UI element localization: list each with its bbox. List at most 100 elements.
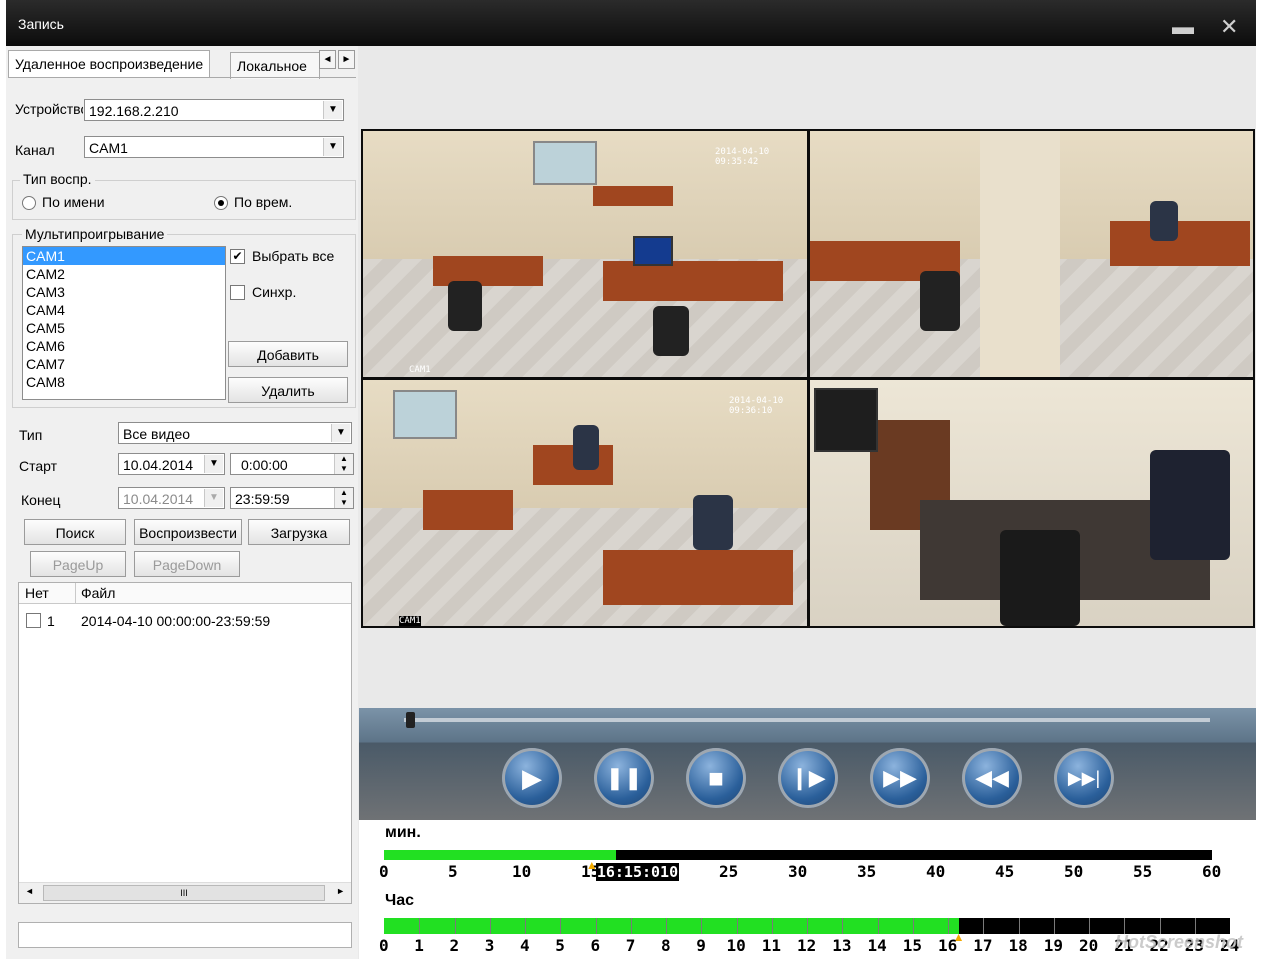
hour-divider — [489, 918, 491, 934]
scroll-thumb[interactable]: III — [43, 885, 325, 901]
start-date-picker[interactable]: 10.04.2014 ▼ — [118, 453, 225, 475]
hour-divider — [701, 918, 703, 934]
spin-icon[interactable]: ▲ ▼ — [334, 488, 353, 508]
tab-remote-playback[interactable]: Удаленное воспроизведение — [8, 50, 211, 77]
pause-icon[interactable]: ❚❚ — [594, 748, 654, 808]
progress-handle[interactable] — [405, 712, 415, 728]
spin-icon[interactable]: ▲ ▼ — [334, 454, 353, 474]
current-time-marker: 16:15:010 — [595, 863, 680, 881]
hour-divider — [419, 918, 421, 934]
hours-track[interactable] — [384, 918, 1230, 934]
title-bar: Запись ▬ ✕ — [6, 0, 1256, 46]
step-forward-icon[interactable]: ❙▶ — [778, 748, 838, 808]
previous-icon[interactable]: ◀◀ — [962, 748, 1022, 808]
end-date-picker[interactable]: 10.04.2014 ▼ — [118, 487, 225, 509]
person — [573, 425, 599, 470]
list-item[interactable]: CAM2 — [23, 265, 225, 283]
start-date-value: 10.04.2014 — [123, 457, 194, 473]
camera-view-2[interactable] — [810, 131, 1253, 377]
page-down-button[interactable]: PageDown — [134, 551, 240, 577]
channel-select[interactable]: CAM1 ▼ — [84, 136, 344, 158]
end-time-input[interactable]: 23:59:59 ▲ ▼ — [230, 487, 354, 509]
camera-view-1[interactable]: 2014-04-10 09:35:42 CAM1 — [363, 131, 807, 377]
list-item[interactable]: CAM5 — [23, 319, 225, 337]
hour-tick-label: 12 — [797, 936, 817, 955]
minimize-button[interactable]: ▬ — [1172, 14, 1194, 40]
select-all-label: Выбрать все — [252, 248, 335, 264]
progress-track[interactable] — [404, 718, 1210, 722]
camera-view-3[interactable]: 2014-04-10 09:36:10 CAM1 — [363, 380, 807, 626]
device-label: Устройство — [15, 101, 83, 117]
tab-scroll-right-button[interactable]: ► — [338, 50, 355, 69]
left-panel: Удаленное воспроизведение Локальное ◄ ► … — [6, 46, 359, 959]
play-icon[interactable]: ▶ — [502, 748, 562, 808]
hour-tick-label: 20 — [1079, 936, 1099, 955]
device-select[interactable]: 192.168.2.210 ▼ — [84, 99, 344, 121]
hours-label: Час — [385, 892, 415, 909]
delete-button[interactable]: Удалить — [228, 377, 348, 403]
camera-view-4[interactable] — [810, 380, 1253, 626]
type-value: Все видео — [123, 426, 191, 442]
hour-divider — [525, 918, 526, 934]
type-select[interactable]: Все видео ▼ — [118, 422, 352, 444]
close-button[interactable]: ✕ — [1220, 14, 1238, 40]
type-label: Тип — [19, 427, 43, 443]
whiteboard — [393, 390, 457, 439]
chevron-down-icon[interactable]: ▼ — [331, 424, 350, 442]
camera-label: CAM1 — [409, 365, 431, 375]
hour-tick-label: 10 — [726, 936, 746, 955]
chair — [920, 271, 960, 331]
end-date-value: 10.04.2014 — [123, 491, 194, 507]
by-name-label: По имени — [42, 194, 105, 210]
list-item[interactable]: CAM7 — [23, 355, 225, 373]
column-header[interactable]: Нет — [25, 585, 49, 601]
scroll-left-icon[interactable]: ◄ — [25, 886, 34, 896]
play-button[interactable]: Воспроизвести — [134, 519, 242, 545]
table-row[interactable]: 1 2014-04-10 00:00:00-23:59:59 — [19, 611, 351, 631]
hour-tick-label: 2 — [449, 936, 460, 955]
hour-divider — [560, 918, 562, 934]
hour-divider — [842, 918, 844, 934]
fast-forward-icon[interactable]: ▶▶ — [870, 748, 930, 808]
list-item[interactable]: CAM8 — [23, 373, 225, 391]
horizontal-scrollbar[interactable]: ◄ III ► — [19, 882, 351, 903]
chevron-down-icon[interactable]: ▼ — [323, 101, 342, 119]
select-all-checkbox[interactable]: ✔ — [230, 249, 245, 264]
tab-divider — [8, 77, 356, 78]
stop-icon[interactable]: ■ — [686, 748, 746, 808]
download-button[interactable]: Загрузка — [248, 519, 350, 545]
hour-divider — [1018, 918, 1020, 934]
column-header[interactable]: Файл — [81, 585, 115, 601]
minutes-track[interactable] — [384, 850, 1212, 860]
sync-checkbox[interactable] — [230, 285, 245, 300]
minute-tick-label: 25 — [719, 862, 739, 881]
person — [1150, 450, 1230, 560]
next-icon[interactable]: ▶▶| — [1054, 748, 1114, 808]
by-name-radio[interactable] — [22, 196, 36, 210]
row-checkbox[interactable] — [26, 613, 41, 628]
list-item[interactable]: CAM6 — [23, 337, 225, 355]
list-item[interactable]: CAM4 — [23, 301, 225, 319]
chevron-down-icon[interactable]: ▼ — [204, 489, 223, 507]
tab-scroll-left-button[interactable]: ◄ — [319, 50, 336, 69]
list-item[interactable]: CAM3 — [23, 283, 225, 301]
tab-local[interactable]: Локальное — [230, 52, 320, 79]
minute-tick-label: 60 — [1202, 862, 1222, 881]
list-item[interactable]: CAM1 — [23, 247, 225, 265]
chevron-down-icon[interactable]: ▼ — [204, 455, 223, 473]
minute-tick-label: 35 — [857, 862, 877, 881]
search-button[interactable]: Поиск — [24, 519, 126, 545]
add-button[interactable]: Добавить — [228, 341, 348, 367]
scroll-right-icon[interactable]: ► — [336, 886, 345, 896]
chevron-down-icon[interactable]: ▼ — [323, 138, 342, 156]
desk — [593, 186, 673, 206]
start-time-input[interactable]: 0:00:00 ▲ ▼ — [230, 453, 354, 475]
minute-tick-label: 50 — [1064, 862, 1084, 881]
hour-divider — [666, 918, 667, 934]
camera-list[interactable]: CAM1 CAM2 CAM3 CAM4 CAM5 CAM6 CAM7 CAM8 — [22, 246, 226, 400]
hours-grid — [384, 918, 1230, 934]
minute-tick-label: 5 — [448, 862, 458, 881]
channel-value: CAM1 — [89, 140, 128, 156]
by-time-radio[interactable] — [214, 196, 228, 210]
page-up-button[interactable]: PageUp — [30, 551, 126, 577]
